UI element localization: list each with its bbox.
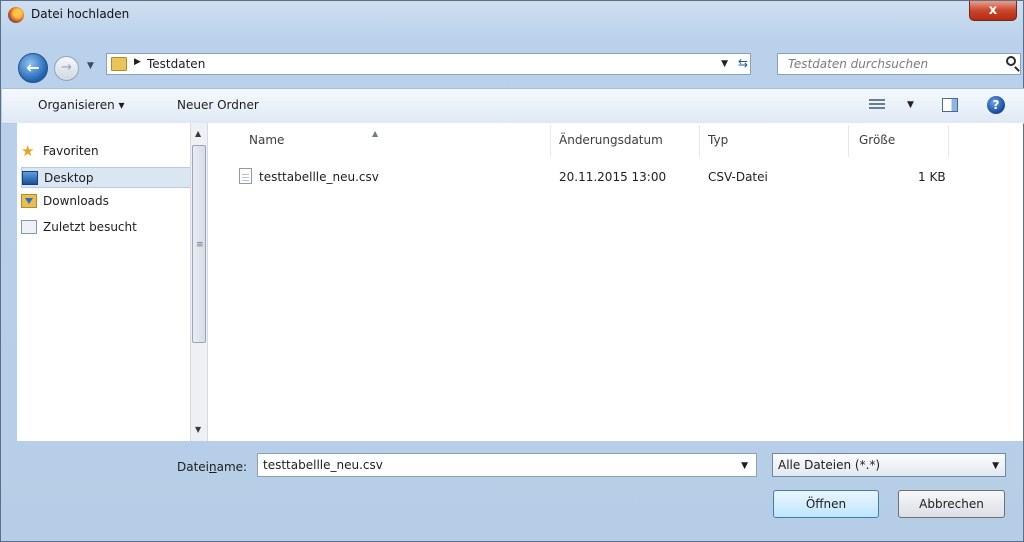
open-button[interactable]: Öffnen <box>773 490 879 518</box>
breadcrumb-testdaten[interactable]: Testdaten <box>147 57 205 71</box>
close-button[interactable]: x <box>969 1 1017 21</box>
column-header-type[interactable]: Typ <box>708 123 728 157</box>
filename-value: testtabellle_neu.csv <box>263 458 383 472</box>
view-options-icon[interactable] <box>869 99 885 111</box>
sidebar-item-desktop[interactable]: Desktop <box>21 167 196 188</box>
toolbar: Organisieren ▾ Neuer Ordner ▼ ? <box>2 88 1024 124</box>
table-row[interactable]: testtabellle_neu.csv 20.11.2015 13:00 CS… <box>212 167 1023 189</box>
history-dropdown-icon[interactable]: ▼ <box>87 61 94 71</box>
sidebar-item-label: Zuletzt besucht <box>43 220 137 234</box>
folder-icon <box>111 57 127 71</box>
title-bar: Datei hochladen x <box>1 1 1023 37</box>
scroll-up-icon[interactable]: ▲ <box>195 129 201 138</box>
column-header-size[interactable]: Größe <box>859 123 895 157</box>
main-area: ★ Favoriten Desktop Downloads Zuletzt be… <box>17 123 1023 441</box>
firefox-icon <box>8 7 24 23</box>
star-icon: ★ <box>21 142 35 160</box>
sidebar-item-zuletzt-besucht[interactable]: Zuletzt besucht <box>21 217 196 238</box>
address-dropdown-icon[interactable]: ▼ <box>721 59 728 69</box>
file-dialog-window: Datei hochladen x ← → ▼ ▶ Testdaten ▼ ⇆ … <box>0 0 1024 542</box>
recent-icon <box>21 220 37 234</box>
sidebar-item-favoriten[interactable]: ★ Favoriten <box>21 141 196 162</box>
sort-ascending-icon: ▲ <box>372 129 379 138</box>
file-type-select[interactable]: Alle Dateien (*.*) ▼ <box>772 453 1006 477</box>
scroll-thumb[interactable]: ≡ <box>192 145 206 343</box>
file-date: 20.11.2015 13:00 <box>559 170 667 184</box>
file-icon <box>239 168 252 184</box>
scroll-down-icon[interactable]: ▼ <box>195 425 201 434</box>
desktop-icon <box>22 171 38 185</box>
filename-input[interactable]: testtabellle_neu.csv ▼ <box>257 453 757 477</box>
search-input[interactable]: Testdaten durchsuchen <box>777 53 1021 75</box>
downloads-icon <box>21 194 37 208</box>
column-header-name[interactable]: Name <box>249 123 284 157</box>
scroll-grip-icon: ≡ <box>196 240 204 250</box>
search-placeholder: Testdaten durchsuchen <box>788 57 929 71</box>
refresh-icon[interactable]: ⇆ <box>738 56 748 70</box>
filename-label: Dateiname: <box>177 460 248 474</box>
file-type-value: Alle Dateien (*.*) <box>778 458 881 472</box>
file-size: 1 KB <box>918 170 946 184</box>
cancel-button[interactable]: Abbrechen <box>898 490 1005 518</box>
column-separator[interactable] <box>550 125 551 157</box>
file-list: Name ▲ Änderungsdatum Typ Größe testtabe… <box>212 123 1023 441</box>
organize-button[interactable]: Organisieren ▾ <box>38 98 125 112</box>
file-name: testtabellle_neu.csv <box>259 170 379 184</box>
file-type-dropdown-icon[interactable]: ▼ <box>992 461 999 471</box>
address-bar[interactable]: ▶ Testdaten ▼ ⇆ <box>106 53 751 75</box>
preview-pane-icon[interactable] <box>942 98 958 112</box>
forward-button[interactable]: → <box>54 56 79 81</box>
search-icon[interactable] <box>1006 56 1016 66</box>
help-icon[interactable]: ? <box>987 96 1005 114</box>
filename-dropdown-icon[interactable]: ▼ <box>741 461 748 471</box>
file-type: CSV-Datei <box>708 170 768 184</box>
back-button[interactable]: ← <box>18 53 48 83</box>
column-header-date[interactable]: Änderungsdatum <box>559 123 663 157</box>
sidebar-item-label: Desktop <box>44 171 94 185</box>
view-dropdown-icon[interactable]: ▼ <box>907 100 914 110</box>
column-separator[interactable] <box>848 125 849 157</box>
column-separator[interactable] <box>948 125 949 157</box>
sidebar-item-downloads[interactable]: Downloads <box>21 191 196 212</box>
breadcrumb-arrow-icon[interactable]: ▶ <box>134 57 141 67</box>
sidebar-item-label: Downloads <box>43 194 109 208</box>
column-separator[interactable] <box>699 125 700 157</box>
navigation-pane: ★ Favoriten Desktop Downloads Zuletzt be… <box>17 123 212 441</box>
window-title: Datei hochladen <box>31 7 130 21</box>
sidebar-scrollbar[interactable]: ▲ ≡ ▼ <box>190 123 208 441</box>
new-folder-button[interactable]: Neuer Ordner <box>177 98 259 112</box>
sidebar-item-label: Favoriten <box>43 144 99 158</box>
